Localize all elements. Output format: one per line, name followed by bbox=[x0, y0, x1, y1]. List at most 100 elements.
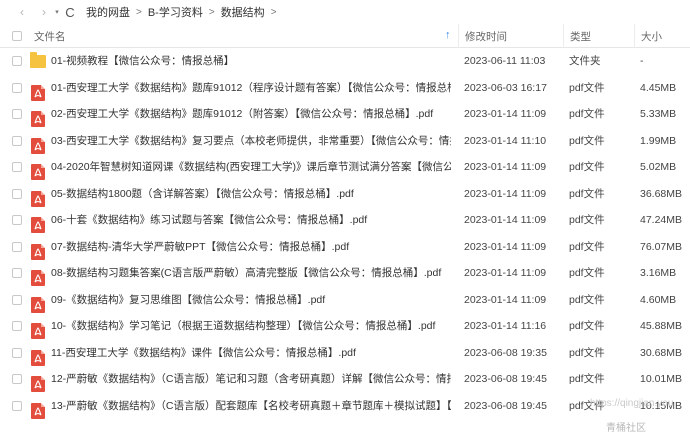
file-type: pdf文件 bbox=[569, 187, 605, 200]
file-row[interactable]: 03-西安理工大学《数据结构》复习要点（本校老师提供，非常重要）【微信公众号：情… bbox=[0, 128, 690, 155]
column-header-name[interactable]: 文件名 bbox=[28, 24, 456, 48]
watermark-text: 青桶社区 bbox=[606, 423, 646, 434]
file-size: 4.45MB bbox=[640, 81, 677, 94]
file-name[interactable]: 05-数据结构1800题（含详解答案）【微信公众号：情报总桶】.pdf bbox=[51, 181, 451, 207]
file-row[interactable]: 07-数据结构-清华大学严蔚敏PPT【微信公众号：情报总桶】.pdf 2023-0… bbox=[0, 234, 690, 261]
history-dropdown-icon[interactable]: ▾ bbox=[52, 2, 62, 22]
file-type: pdf文件 bbox=[569, 81, 605, 94]
row-checkbox[interactable] bbox=[12, 400, 22, 411]
sort-ascending-icon[interactable]: ↑ bbox=[445, 29, 451, 41]
file-type: pdf文件 bbox=[569, 134, 605, 147]
row-checkbox[interactable] bbox=[12, 162, 22, 172]
file-name[interactable]: 10-《数据结构》学习笔记（根据王道数据结构整理）【微信公众号：情报总桶】.pd… bbox=[51, 313, 451, 339]
file-row[interactable]: 12-严蔚敏《数据结构》（C语言版）笔记和习题（含考研真题）详解【微信公众号：情… bbox=[0, 366, 690, 393]
pdf-icon bbox=[31, 217, 45, 234]
file-type: pdf文件 bbox=[569, 108, 605, 120]
file-modified-date: 2023-01-14 11:09 bbox=[464, 161, 547, 173]
file-modified-date: 2023-06-08 19:45 bbox=[464, 373, 547, 385]
file-modified-date: 2023-06-08 19:35 bbox=[464, 346, 547, 359]
file-modified-date: 2023-01-14 11:16 bbox=[464, 320, 547, 332]
file-modified-date: 2023-01-14 11:09 bbox=[464, 214, 547, 226]
pdf-icon bbox=[31, 190, 45, 207]
row-checkbox[interactable] bbox=[12, 109, 22, 119]
file-size: 30.68MB bbox=[640, 346, 683, 359]
file-type: pdf文件 bbox=[569, 320, 605, 332]
file-type: pdf文件 bbox=[569, 267, 605, 279]
row-checkbox[interactable] bbox=[12, 135, 22, 146]
file-name[interactable]: 02-西安理工大学《数据结构》题库91012（附答案）【微信公众号：情报总桶】.… bbox=[51, 101, 451, 127]
file-size: 4.60MB bbox=[640, 293, 677, 306]
file-size: 5.02MB bbox=[640, 161, 677, 173]
file-type: pdf文件 bbox=[569, 346, 605, 359]
file-row[interactable]: 09-《数据结构》复习思维图【微信公众号：情报总桶】.pdf 2023-01-14… bbox=[0, 287, 690, 314]
pdf-icon bbox=[31, 111, 45, 128]
file-row[interactable]: 01-西安理工大学《数据结构》题库91012（程序设计题有答案）【微信公众号：情… bbox=[0, 75, 690, 102]
breadcrumb-current[interactable]: 数据结构 bbox=[221, 4, 265, 20]
file-size: 76.07MB bbox=[640, 240, 683, 253]
file-row[interactable]: 08-数据结构习题集答案(C语言版严蔚敏）高清完整版【微信公众号：情报总桶】.p… bbox=[0, 260, 690, 287]
file-row[interactable]: 06-十套《数据结构》练习试题与答案【微信公众号：情报总桶】.pdf 2023-0… bbox=[0, 207, 690, 234]
file-name[interactable]: 01-视频教程【微信公众号：情报总桶】 bbox=[51, 48, 451, 74]
file-modified-date: 2023-06-03 16:17 bbox=[464, 81, 547, 94]
forward-arrow-icon[interactable]: › bbox=[36, 2, 52, 22]
file-name[interactable]: 11-西安理工大学《数据结构》课件【微信公众号：情报总桶】.pdf bbox=[51, 340, 451, 366]
row-checkbox[interactable] bbox=[12, 294, 22, 305]
file-row[interactable]: 02-西安理工大学《数据结构》题库91012（附答案）【微信公众号：情报总桶】.… bbox=[0, 101, 690, 128]
refresh-icon[interactable]: C bbox=[62, 2, 78, 22]
file-row[interactable]: 13-严蔚敏《数据结构》（C语言版）配套题库【名校考研真题＋章节题库＋模拟试题】… bbox=[0, 393, 690, 420]
pdf-icon bbox=[31, 323, 45, 340]
file-name[interactable]: 12-严蔚敏《数据结构》（C语言版）笔记和习题（含考研真题）详解【微信公众号：情… bbox=[51, 366, 451, 392]
row-checkbox[interactable] bbox=[12, 215, 22, 225]
file-type: pdf文件 bbox=[569, 161, 605, 173]
pdf-icon bbox=[31, 402, 45, 419]
file-name[interactable]: 08-数据结构习题集答案(C语言版严蔚敏）高清完整版【微信公众号：情报总桶】.p… bbox=[51, 260, 451, 286]
file-modified-date: 2023-01-14 11:09 bbox=[464, 187, 547, 200]
file-type: pdf文件 bbox=[569, 293, 605, 306]
row-checkbox[interactable] bbox=[12, 268, 22, 278]
breadcrumb-folder[interactable]: B-学习资料 bbox=[148, 4, 203, 20]
file-name[interactable]: 07-数据结构-清华大学严蔚敏PPT【微信公众号：情报总桶】.pdf bbox=[51, 234, 451, 260]
file-name[interactable]: 13-严蔚敏《数据结构》（C语言版）配套题库【名校考研真题＋章节题库＋模拟试题】… bbox=[51, 393, 451, 419]
breadcrumb-separator: > bbox=[136, 6, 142, 18]
file-type: 文件夹 bbox=[569, 55, 601, 67]
file-name[interactable]: 01-西安理工大学《数据结构》题库91012（程序设计题有答案）【微信公众号：情… bbox=[51, 75, 451, 101]
file-row[interactable]: 11-西安理工大学《数据结构》课件【微信公众号：情报总桶】.pdf 2023-06… bbox=[0, 340, 690, 367]
file-row[interactable]: 04-2020年智慧树知道网课《数据结构(西安理工大学)》课后章节测试满分答案【… bbox=[0, 154, 690, 181]
row-checkbox[interactable] bbox=[12, 241, 22, 252]
file-type: pdf文件 bbox=[569, 240, 605, 253]
file-size: 10.01MB bbox=[640, 373, 683, 385]
file-row[interactable]: 01-视频教程【微信公众号：情报总桶】 2023-06-11 11:03 文件夹 - bbox=[0, 48, 690, 75]
column-header-date[interactable]: 修改时间 bbox=[458, 24, 563, 48]
file-name[interactable]: 04-2020年智慧树知道网课《数据结构(西安理工大学)》课后章节测试满分答案【… bbox=[51, 154, 451, 180]
file-name[interactable]: 03-西安理工大学《数据结构》复习要点（本校老师提供，非常重要）【微信公众号：情… bbox=[51, 128, 451, 154]
column-header-size[interactable]: 大小 bbox=[634, 24, 690, 48]
file-modified-date: 2023-06-08 19:45 bbox=[464, 399, 547, 412]
pdf-icon bbox=[31, 84, 45, 101]
column-header-type[interactable]: 类型 bbox=[563, 24, 634, 48]
file-size: 1.99MB bbox=[640, 134, 677, 147]
select-all-checkbox[interactable] bbox=[12, 31, 22, 41]
folder-icon bbox=[30, 52, 46, 68]
row-checkbox[interactable] bbox=[12, 188, 22, 199]
row-checkbox[interactable] bbox=[12, 374, 22, 384]
back-arrow-icon[interactable]: ‹ bbox=[14, 2, 30, 22]
row-checkbox[interactable] bbox=[12, 347, 22, 358]
pdf-icon bbox=[31, 137, 45, 154]
row-checkbox[interactable] bbox=[12, 321, 22, 331]
watermark-url: https://qingjian.you bbox=[590, 398, 674, 409]
breadcrumb-root[interactable]: 我的网盘 bbox=[86, 4, 130, 20]
file-name[interactable]: 09-《数据结构》复习思维图【微信公众号：情报总桶】.pdf bbox=[51, 287, 451, 313]
file-modified-date: 2023-01-14 11:09 bbox=[464, 240, 547, 253]
breadcrumb-separator: > bbox=[208, 6, 215, 18]
file-modified-date: 2023-01-14 11:10 bbox=[464, 134, 547, 147]
file-row[interactable]: 10-《数据结构》学习笔记（根据王道数据结构整理）【微信公众号：情报总桶】.pd… bbox=[0, 313, 690, 340]
pdf-icon bbox=[31, 376, 45, 393]
pdf-icon bbox=[31, 349, 45, 366]
file-name[interactable]: 06-十套《数据结构》练习试题与答案【微信公众号：情报总桶】.pdf bbox=[51, 207, 451, 233]
row-checkbox[interactable] bbox=[12, 82, 22, 93]
file-size: - bbox=[640, 55, 644, 67]
row-checkbox[interactable] bbox=[12, 56, 22, 66]
file-row[interactable]: 05-数据结构1800题（含详解答案）【微信公众号：情报总桶】.pdf 2023-… bbox=[0, 181, 690, 208]
file-type: pdf文件 bbox=[569, 214, 605, 226]
file-size: 5.33MB bbox=[640, 108, 677, 120]
